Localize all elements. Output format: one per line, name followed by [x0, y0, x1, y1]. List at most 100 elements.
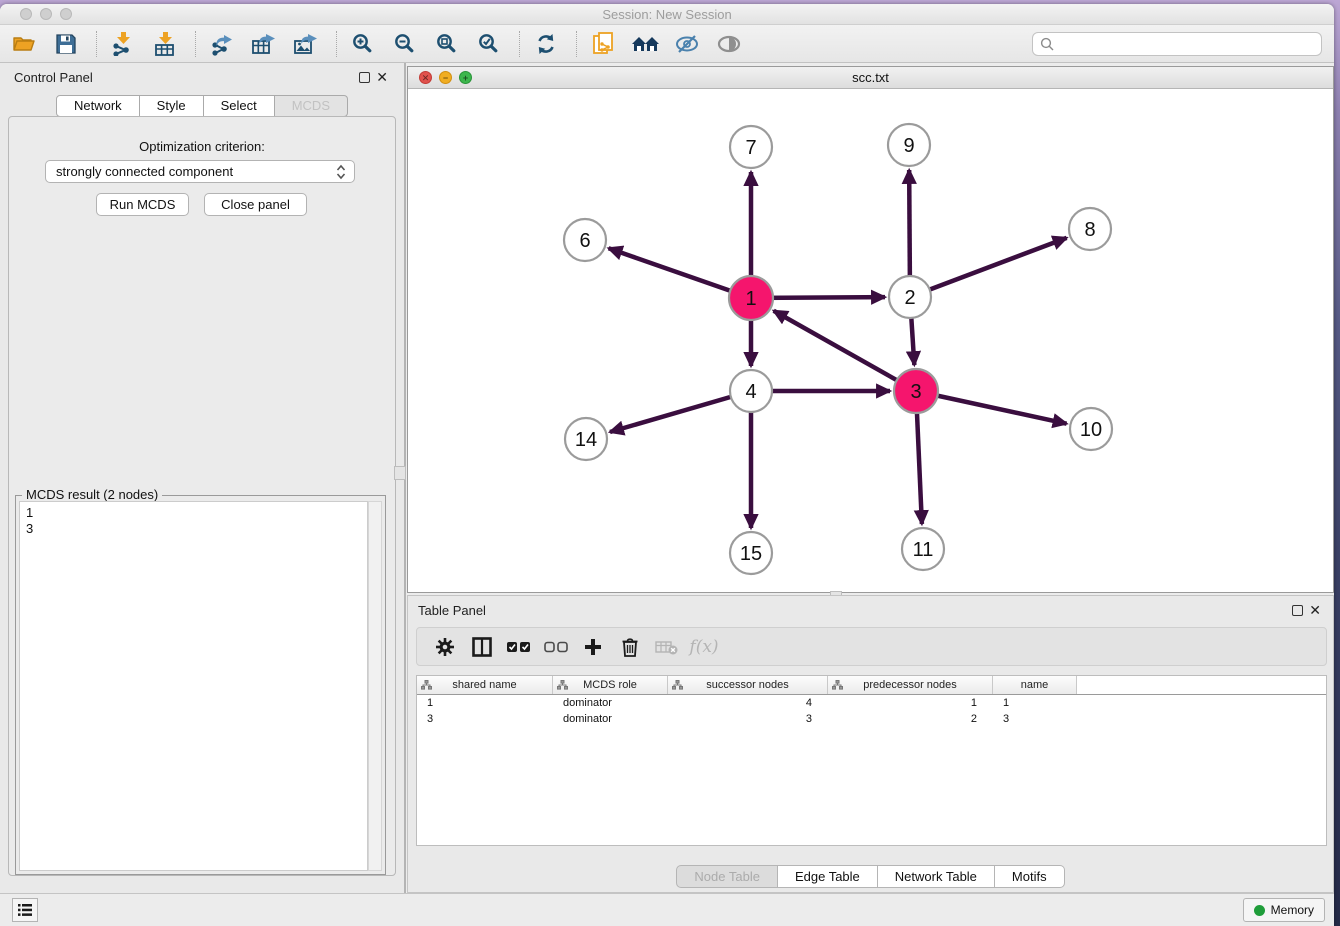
edge-3-10[interactable]	[916, 391, 1067, 424]
zoom-in-icon[interactable]	[349, 30, 377, 58]
graph-node-8[interactable]: 8	[1069, 208, 1111, 250]
graph-node-1[interactable]: 1	[729, 276, 773, 320]
zoom-out-icon[interactable]	[391, 30, 419, 58]
cell-name[interactable]: 3	[993, 711, 1077, 727]
search-icon	[1040, 37, 1055, 52]
toolbar-separator	[336, 31, 337, 57]
save-session-icon[interactable]	[52, 30, 80, 58]
network-canvas[interactable]: 7 9 6 8 1 2 4 3 14 10 15 11	[408, 89, 1333, 592]
zoom-fit-icon[interactable]	[433, 30, 461, 58]
table-panel: Table Panel ✕	[407, 595, 1334, 893]
graph-node-7[interactable]: 7	[730, 126, 772, 168]
edge-3-1[interactable]	[774, 311, 916, 391]
mcds-result-legend: MCDS result (2 nodes)	[22, 487, 162, 502]
graph-node-9[interactable]: 9	[888, 124, 930, 166]
cell-MCDS-role[interactable]: dominator	[553, 695, 668, 711]
cell-predecessor-nodes[interactable]: 1	[828, 695, 993, 711]
table-panel-header: Table Panel ✕	[408, 601, 1333, 621]
graph-node-2[interactable]: 2	[889, 276, 931, 318]
cell-predecessor-nodes[interactable]: 2	[828, 711, 993, 727]
dropdown-stepper-icon	[336, 164, 346, 180]
float-panel-icon[interactable]	[359, 72, 370, 83]
column-header-shared-name[interactable]: shared name	[417, 676, 553, 694]
svg-text:7: 7	[745, 137, 756, 159]
select-all-icon[interactable]	[505, 633, 533, 661]
graph-node-6[interactable]: 6	[564, 219, 606, 261]
refresh-icon[interactable]	[532, 30, 560, 58]
column-header-label: successor nodes	[706, 679, 789, 691]
export-network-icon[interactable]	[208, 30, 236, 58]
cell-MCDS-role[interactable]: dominator	[553, 711, 668, 727]
graph-node-3[interactable]: 3	[894, 369, 938, 413]
svg-text:15: 15	[740, 543, 762, 565]
cell-shared-name[interactable]: 1	[417, 695, 553, 711]
cell-successor-nodes[interactable]: 4	[668, 695, 828, 711]
graph-node-14[interactable]: 14	[565, 418, 607, 460]
tab-network-table[interactable]: Network Table	[878, 865, 995, 888]
tab-style[interactable]: Style	[140, 95, 204, 117]
close-panel-button[interactable]: Close panel	[204, 193, 307, 216]
graph-node-11[interactable]: 11	[902, 528, 944, 570]
search-input[interactable]	[1055, 37, 1321, 51]
tab-network[interactable]: Network	[56, 95, 140, 117]
deselect-all-icon[interactable]	[542, 633, 570, 661]
network-view-frame: ✕ − + scc.txt 7968124314101511	[407, 66, 1334, 593]
svg-text:1: 1	[745, 288, 756, 310]
tab-select[interactable]: Select	[204, 95, 275, 117]
graph-node-15[interactable]: 15	[730, 532, 772, 574]
table-settings-icon[interactable]	[431, 633, 459, 661]
tab-edge-table[interactable]: Edge Table	[778, 865, 878, 888]
show-hide-details-icon[interactable]	[715, 30, 743, 58]
column-header-successor-nodes[interactable]: successor nodes	[668, 676, 828, 694]
divider-grip[interactable]	[394, 466, 406, 480]
home-icon[interactable]	[631, 30, 659, 58]
float-panel-icon[interactable]	[1292, 605, 1303, 616]
column-header-MCDS-role[interactable]: MCDS role	[553, 676, 668, 694]
export-table-icon[interactable]	[250, 30, 278, 58]
toolbar-separator	[195, 31, 196, 57]
run-mcds-button[interactable]: Run MCDS	[96, 193, 189, 216]
import-table-icon[interactable]	[151, 30, 179, 58]
delete-table-icon[interactable]	[653, 633, 681, 661]
graph-node-10[interactable]: 10	[1070, 408, 1112, 450]
add-row-icon[interactable]	[579, 633, 607, 661]
task-history-button[interactable]	[12, 898, 38, 922]
mcds-result-text[interactable]: 1 3	[19, 501, 368, 871]
svg-text:6: 6	[579, 230, 590, 252]
column-header-predecessor-nodes[interactable]: predecessor nodes	[828, 676, 993, 694]
optimization-label: Optimization criterion:	[9, 139, 395, 154]
export-image-icon[interactable]	[292, 30, 320, 58]
column-header-name[interactable]: name	[993, 676, 1077, 694]
import-network-icon[interactable]	[109, 30, 137, 58]
svg-text:4: 4	[745, 381, 756, 403]
edge-2-8[interactable]	[910, 238, 1067, 297]
cell-name[interactable]: 1	[993, 695, 1077, 711]
manage-networks-icon[interactable]	[589, 30, 617, 58]
optimization-dropdown[interactable]: strongly connected component	[45, 160, 355, 183]
control-panel-header: Control Panel ✕	[0, 68, 404, 88]
graphics-details-icon[interactable]	[673, 30, 701, 58]
cell-shared-name[interactable]: 3	[417, 711, 553, 727]
table-row[interactable]: 1dominator411	[417, 695, 1326, 711]
close-panel-icon[interactable]: ✕	[1309, 602, 1321, 618]
main-toolbar	[0, 25, 1334, 63]
show-columns-icon[interactable]	[468, 633, 496, 661]
search-box	[1032, 32, 1322, 56]
result-scrollbar[interactable]	[368, 501, 382, 871]
session-title: Session: New Session	[0, 7, 1334, 22]
tab-node-table[interactable]: Node Table	[676, 865, 778, 888]
memory-button[interactable]: Memory	[1243, 898, 1325, 922]
cell-successor-nodes[interactable]: 3	[668, 711, 828, 727]
tab-motifs[interactable]: Motifs	[995, 865, 1065, 888]
apply-function-icon[interactable]: f(x)	[690, 633, 718, 661]
delete-row-icon[interactable]	[616, 633, 644, 661]
table-row[interactable]: 3dominator323	[417, 711, 1326, 727]
open-session-icon[interactable]	[10, 30, 38, 58]
zoom-selected-icon[interactable]	[475, 30, 503, 58]
control-panel-title: Control Panel	[14, 70, 93, 85]
close-panel-icon[interactable]: ✕	[376, 69, 388, 85]
toolbar-separator	[576, 31, 577, 57]
column-header-label: shared name	[452, 679, 516, 691]
tab-mcds[interactable]: MCDS	[275, 95, 348, 117]
graph-node-4[interactable]: 4	[730, 370, 772, 412]
